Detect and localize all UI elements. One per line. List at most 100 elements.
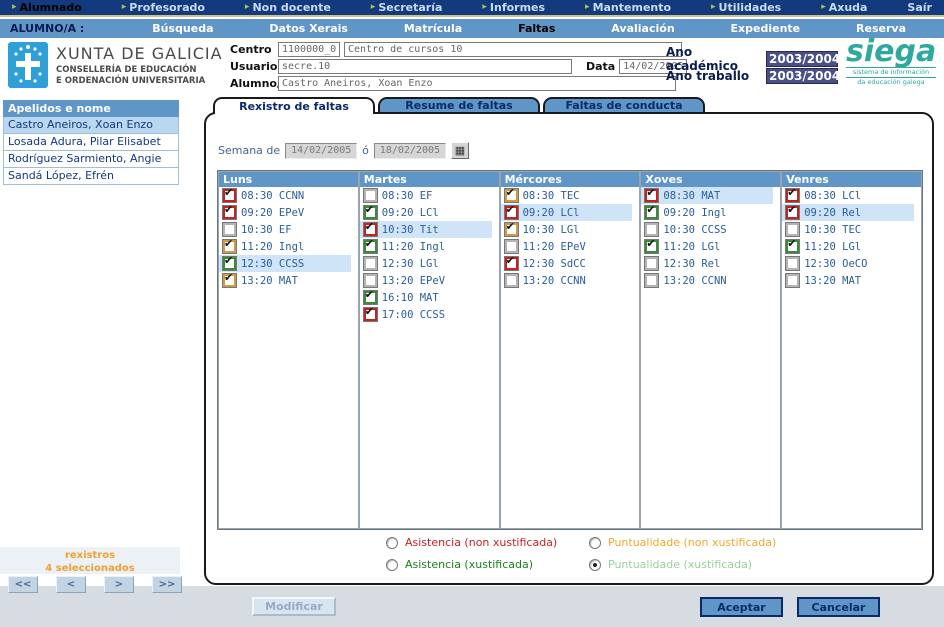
class-slot[interactable]: ✔13:20 MAT <box>219 272 351 289</box>
class-slot[interactable]: ✔08:30 LCl <box>782 187 914 204</box>
student-row-losada-adura-pilar-elisabet[interactable]: Losada Adura, Pilar Elisabet <box>3 134 179 151</box>
week-from-field[interactable] <box>285 143 357 159</box>
class-slot[interactable]: 13:20 CCNN <box>501 272 633 289</box>
cancelar-button[interactable]: Cancelar <box>797 597 880 617</box>
slot-checkbox[interactable]: ✔ <box>223 240 236 253</box>
class-slot[interactable]: ✔09:20 Ingl <box>641 204 773 221</box>
slot-checkbox[interactable] <box>223 223 236 236</box>
class-slot[interactable]: ✔09:20 LCl <box>501 204 633 221</box>
class-slot[interactable]: ✔11:20 LGl <box>641 238 773 255</box>
aceptar-button[interactable]: Aceptar <box>700 597 783 617</box>
class-slot[interactable]: 12:30 Rel <box>641 255 773 272</box>
class-slot[interactable]: 13:20 MAT <box>782 272 914 289</box>
class-slot[interactable]: 10:30 TEC <box>782 221 914 238</box>
slot-checkbox[interactable]: ✔ <box>364 308 377 321</box>
slot-checkbox[interactable]: ✔ <box>505 257 518 270</box>
slot-checkbox[interactable] <box>786 257 799 270</box>
slot-checkbox[interactable]: ✔ <box>364 240 377 253</box>
student-row-rodriguez-sarmiento-angie[interactable]: Rodríguez Sarmiento, Angie <box>3 151 179 168</box>
fault-option-asistencia-non-xustificada[interactable]: Asistencia (non xustificada) <box>386 536 589 549</box>
page-next-button[interactable]: > <box>104 576 134 593</box>
submenu-item-busqueda[interactable]: Búsqueda <box>152 22 213 35</box>
tab-faltas-de-conducta[interactable]: Faltas de conducta <box>543 97 705 112</box>
class-slot[interactable]: 10:30 EF <box>219 221 351 238</box>
slot-checkbox[interactable] <box>645 274 658 287</box>
student-row-sanda-lopez-efren[interactable]: Sandá López, Efrén <box>3 168 179 185</box>
class-slot[interactable]: ✔09:20 LCl <box>360 204 492 221</box>
slot-checkbox[interactable]: ✔ <box>364 206 377 219</box>
fault-option-asistencia-xustificada[interactable]: Asistencia (xustificada) <box>386 558 589 571</box>
modificar-button[interactable]: Modificar <box>252 597 336 616</box>
submenu-item-expediente[interactable]: Expediente <box>731 22 801 35</box>
radio-icon[interactable] <box>589 537 601 549</box>
menu-item-informes[interactable]: ▸Informes <box>482 1 545 14</box>
class-slot[interactable]: ✔08:30 CCNN <box>219 187 351 204</box>
submenu-item-faltas[interactable]: Faltas <box>518 22 555 35</box>
menu-item-alumnado[interactable]: ▸Alumnado <box>12 1 82 14</box>
slot-checkbox[interactable]: ✔ <box>645 189 658 202</box>
fault-option-puntualidade-xustificada[interactable]: Puntualidade (xustificada) <box>589 558 776 571</box>
menu-item-non-docente[interactable]: ▸Non docente <box>245 1 331 14</box>
class-slot[interactable]: ✔10:30 LGl <box>501 221 633 238</box>
slot-checkbox[interactable]: ✔ <box>645 240 658 253</box>
slot-checkbox[interactable] <box>364 274 377 287</box>
menu-item-sair[interactable]: Saír <box>907 1 932 14</box>
class-slot[interactable]: ✔08:30 TEC <box>501 187 633 204</box>
radio-icon[interactable] <box>589 559 601 571</box>
slot-checkbox[interactable]: ✔ <box>505 189 518 202</box>
class-slot[interactable]: ✔08:30 MAT <box>641 187 773 204</box>
class-slot[interactable]: ✔09:20 Rel <box>782 204 914 221</box>
class-slot[interactable]: ✔12:30 CCSS <box>219 255 351 272</box>
submenu-item-avaliacion[interactable]: Avaliación <box>611 22 674 35</box>
menu-item-axuda[interactable]: ▸Axuda <box>821 1 867 14</box>
menu-item-profesorado[interactable]: ▸Profesorado <box>122 1 205 14</box>
page-first-button[interactable]: << <box>8 576 38 593</box>
slot-checkbox[interactable] <box>645 223 658 236</box>
slot-checkbox[interactable] <box>364 189 377 202</box>
slot-checkbox[interactable]: ✔ <box>223 206 236 219</box>
class-slot[interactable]: ✔17:00 CCSS <box>360 306 492 323</box>
submenu-item-matricula[interactable]: Matrícula <box>404 22 462 35</box>
fault-option-puntualidade-non-xustificada[interactable]: Puntualidade (non xustificada) <box>589 536 776 549</box>
submenu-item-datos-xerais[interactable]: Datos Xerais <box>269 22 348 35</box>
slot-checkbox[interactable]: ✔ <box>223 257 236 270</box>
class-slot[interactable]: ✔11:20 Ingl <box>360 238 492 255</box>
class-slot[interactable]: ✔09:20 EPeV <box>219 204 351 221</box>
class-slot[interactable]: ✔12:30 SdCC <box>501 255 633 272</box>
page-last-button[interactable]: >> <box>152 576 182 593</box>
class-slot[interactable]: ✔11:20 Ingl <box>219 238 351 255</box>
slot-checkbox[interactable] <box>364 257 377 270</box>
slot-checkbox[interactable] <box>505 240 518 253</box>
calendar-button[interactable]: ▦ <box>451 142 469 159</box>
class-slot[interactable]: 11:20 EPeV <box>501 238 633 255</box>
slot-checkbox[interactable]: ✔ <box>223 189 236 202</box>
class-slot[interactable]: ✔16:10 MAT <box>360 289 492 306</box>
menu-item-utilidades[interactable]: ▸Utilidades <box>711 1 781 14</box>
menu-item-mantemento[interactable]: ▸Mantemento <box>585 1 671 14</box>
slot-checkbox[interactable]: ✔ <box>786 206 799 219</box>
class-slot[interactable]: ✔10:30 Tit <box>360 221 492 238</box>
page-prev-button[interactable]: < <box>56 576 86 593</box>
slot-checkbox[interactable] <box>505 274 518 287</box>
tab-rexistro-de-faltas[interactable]: Rexistro de faltas <box>213 97 375 114</box>
slot-checkbox[interactable]: ✔ <box>223 274 236 287</box>
week-to-field[interactable] <box>374 143 446 159</box>
tab-resume-de-faltas[interactable]: Resume de faltas <box>378 97 540 112</box>
slot-checkbox[interactable]: ✔ <box>786 240 799 253</box>
centro-code-field[interactable] <box>278 42 340 57</box>
usuario-field[interactable] <box>278 59 572 74</box>
slot-checkbox[interactable] <box>786 274 799 287</box>
slot-checkbox[interactable] <box>645 257 658 270</box>
student-row-castro-aneiros-xoan-enzo[interactable]: Castro Aneiros, Xoan Enzo <box>3 117 179 134</box>
class-slot[interactable]: 08:30 EF <box>360 187 492 204</box>
slot-checkbox[interactable]: ✔ <box>364 291 377 304</box>
slot-checkbox[interactable]: ✔ <box>364 223 377 236</box>
class-slot[interactable]: 13:20 CCNN <box>641 272 773 289</box>
menu-item-secretaria[interactable]: ▸Secretaría <box>371 1 443 14</box>
class-slot[interactable]: 12:30 LGl <box>360 255 492 272</box>
alumno-field[interactable] <box>278 76 676 91</box>
slot-checkbox[interactable]: ✔ <box>505 206 518 219</box>
slot-checkbox[interactable] <box>786 223 799 236</box>
centro-name-field[interactable] <box>344 42 682 57</box>
slot-checkbox[interactable]: ✔ <box>786 189 799 202</box>
